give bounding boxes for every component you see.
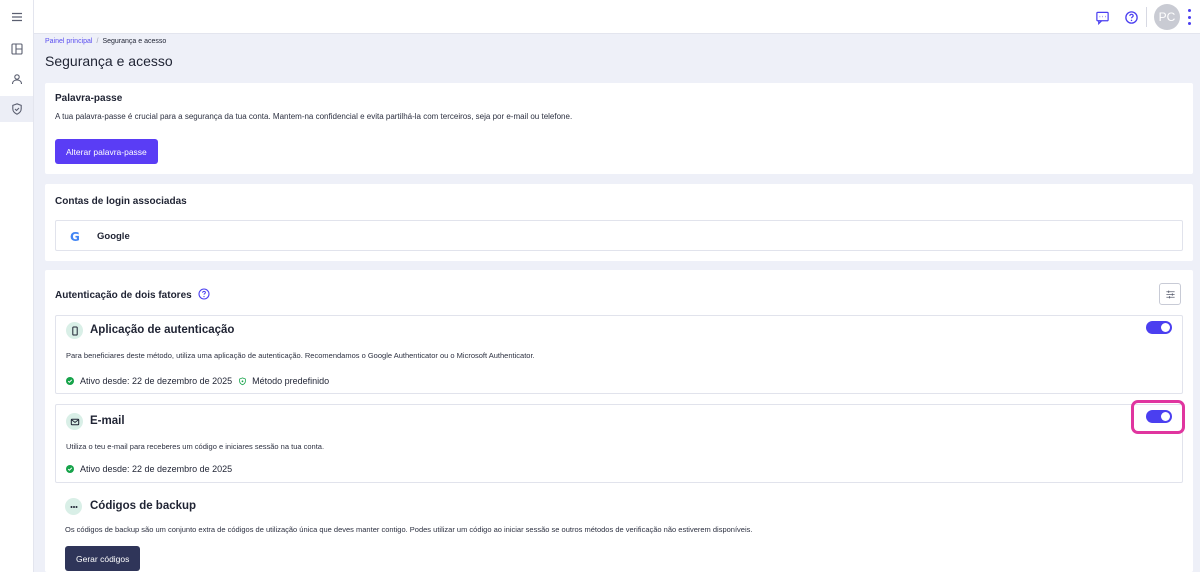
two-factor-help-icon[interactable] bbox=[198, 288, 210, 300]
method-authenticator-app: Aplicação de autenticação Para beneficia… bbox=[55, 315, 1183, 394]
shield-icon[interactable] bbox=[0, 96, 33, 122]
method-backup-title: Códigos de backup bbox=[90, 500, 197, 512]
tune-icon bbox=[1165, 290, 1175, 298]
method-app-status-text: Ativo desde: 22 de dezembro de 2025 bbox=[80, 376, 233, 386]
more-vert-icon[interactable] bbox=[1184, 9, 1194, 25]
toggle-highlight bbox=[1131, 400, 1185, 434]
linked-logins-title: Contas de login associadas bbox=[55, 196, 187, 207]
method-email-status: Ativo desde: 22 de dezembro de 2025 bbox=[66, 464, 232, 474]
dots-icon bbox=[65, 498, 82, 515]
linked-login-name: Google bbox=[97, 231, 130, 242]
breadcrumb: Painel principal / Segurança e acesso bbox=[45, 38, 166, 45]
two-factor-card: Autenticação de dois fatores Aplicação d… bbox=[45, 270, 1193, 572]
password-description: A tua palavra-passe é crucial para a seg… bbox=[55, 112, 573, 121]
settings-tune-button[interactable] bbox=[1159, 283, 1181, 305]
check-circle-icon bbox=[66, 465, 74, 473]
method-app-description: Para beneficiares deste método, utiliza … bbox=[66, 351, 535, 360]
two-factor-title: Autenticação de dois fatores bbox=[55, 288, 210, 301]
linked-logins-card: Contas de login associadas G Google bbox=[45, 184, 1193, 261]
method-backup-description: Os códigos de backup são um conjunto ext… bbox=[65, 525, 753, 534]
breadcrumb-current: Segurança e acesso bbox=[102, 38, 167, 45]
top-bar: PC bbox=[34, 0, 1200, 34]
check-circle-icon bbox=[66, 377, 74, 385]
avatar[interactable]: PC bbox=[1154, 4, 1180, 30]
method-app-title: Aplicação de autenticação bbox=[90, 324, 235, 336]
menu-icon[interactable] bbox=[0, 4, 33, 30]
user-icon[interactable] bbox=[0, 66, 33, 92]
method-email: E-mail Utiliza o teu e-mail para receber… bbox=[55, 404, 1183, 483]
method-email-description: Utiliza o teu e-mail para receberes um c… bbox=[66, 442, 325, 451]
top-divider bbox=[1146, 7, 1147, 27]
breadcrumb-home[interactable]: Painel principal bbox=[45, 38, 92, 45]
two-factor-title-text: Autenticação de dois fatores bbox=[55, 290, 192, 301]
method-email-status-text: Ativo desde: 22 de dezembro de 2025 bbox=[80, 464, 233, 474]
left-rail bbox=[0, 0, 34, 572]
breadcrumb-separator: / bbox=[96, 38, 99, 45]
method-app-default-label: Método predefinido bbox=[252, 376, 330, 386]
method-app-toggle[interactable] bbox=[1146, 321, 1172, 334]
change-password-button[interactable]: Alterar palavra-passe bbox=[55, 139, 158, 164]
method-email-title: E-mail bbox=[90, 415, 125, 427]
generate-codes-button[interactable]: Gerar códigos bbox=[65, 546, 141, 571]
password-card: Palavra-passe A tua palavra-passe é cruc… bbox=[45, 83, 1193, 174]
default-shield-icon bbox=[239, 376, 246, 385]
method-app-status: Ativo desde: 22 de dezembro de 2025 Méto… bbox=[66, 376, 329, 386]
dashboard-icon[interactable] bbox=[0, 36, 33, 62]
password-title: Palavra-passe bbox=[55, 93, 123, 104]
help-icon[interactable] bbox=[1122, 8, 1140, 26]
phone-icon bbox=[66, 322, 83, 339]
page-title: Segurança e acesso bbox=[45, 53, 173, 69]
chat-icon[interactable] bbox=[1093, 8, 1111, 26]
mail-icon bbox=[66, 413, 83, 430]
linked-login-google[interactable]: G Google bbox=[55, 220, 1183, 251]
google-logo-icon: G bbox=[70, 230, 80, 244]
